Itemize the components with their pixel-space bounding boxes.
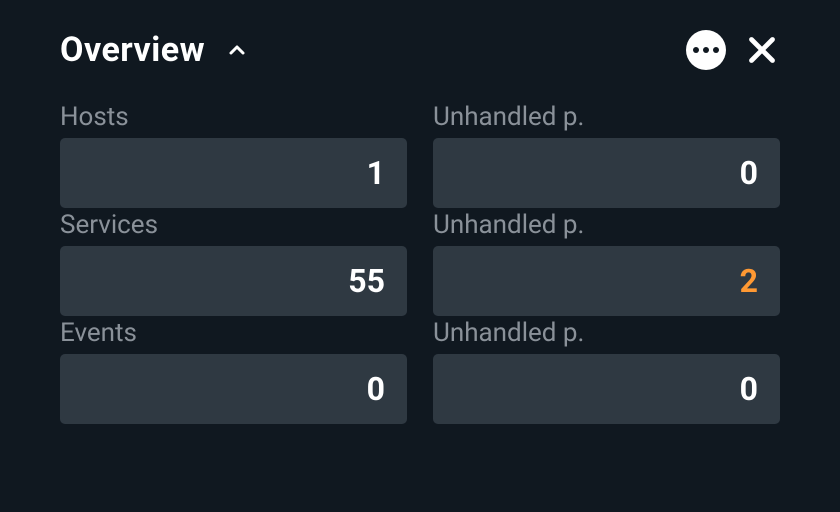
stat-value-events-unhandled[interactable]: 0 (433, 354, 780, 424)
close-button[interactable] (744, 32, 780, 68)
panel-title: Overview (60, 30, 205, 70)
close-icon (744, 32, 780, 68)
stat-value-hosts[interactable]: 1 (60, 138, 407, 208)
stat-hosts: Hosts 1 (60, 100, 407, 208)
collapse-toggle[interactable] (225, 38, 249, 62)
stat-label-events: Events (60, 318, 407, 348)
stat-label-services: Services (60, 210, 407, 240)
stat-label-hosts-unhandled: Unhandled p. (433, 102, 780, 132)
stat-events-unhandled: Unhandled p. 0 (433, 316, 780, 424)
stat-events: Events 0 (60, 316, 407, 424)
stat-value-events[interactable]: 0 (60, 354, 407, 424)
stat-services: Services 55 (60, 208, 407, 316)
stat-value-services[interactable]: 55 (60, 246, 407, 316)
panel-header: Overview (60, 30, 780, 70)
header-right (686, 30, 780, 70)
stat-value-services-unhandled[interactable]: 2 (433, 246, 780, 316)
stat-label-services-unhandled: Unhandled p. (433, 210, 780, 240)
more-options-button[interactable] (686, 30, 726, 70)
chevron-up-icon (225, 38, 249, 62)
stat-label-events-unhandled: Unhandled p. (433, 318, 780, 348)
stats-grid: Hosts 1 Unhandled p. 0 Services 55 Unhan… (60, 100, 780, 424)
stat-services-unhandled: Unhandled p. 2 (433, 208, 780, 316)
stat-value-hosts-unhandled[interactable]: 0 (433, 138, 780, 208)
stat-label-hosts: Hosts (60, 102, 407, 132)
stat-hosts-unhandled: Unhandled p. 0 (433, 100, 780, 208)
header-left: Overview (60, 30, 249, 70)
more-horizontal-icon (693, 47, 719, 53)
